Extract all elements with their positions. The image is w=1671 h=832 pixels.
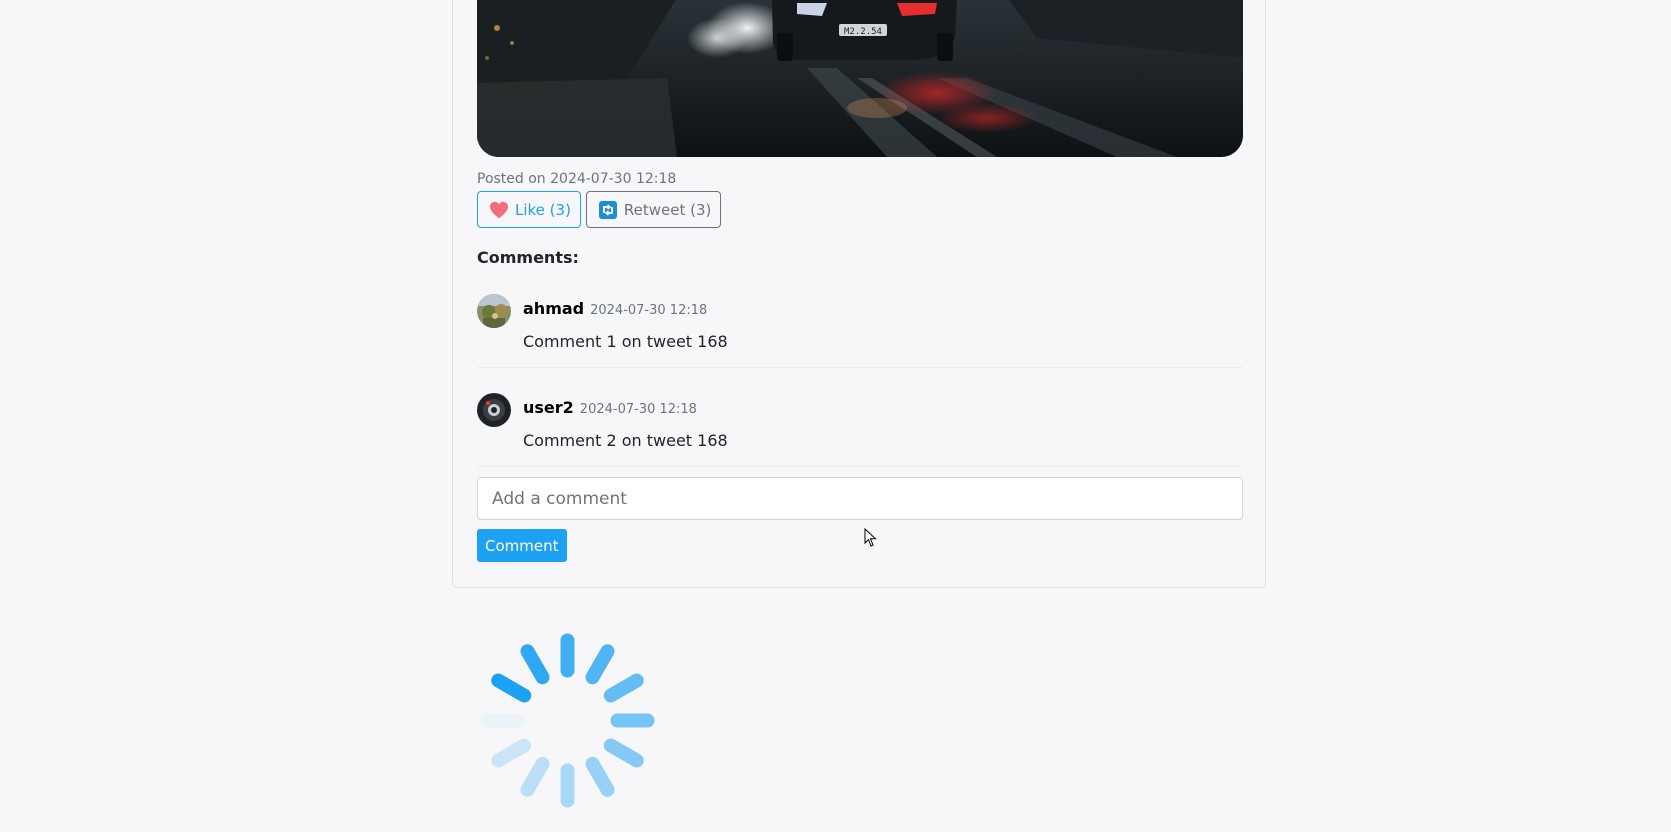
comment-timestamp: 2024-07-30 12:18 bbox=[579, 402, 697, 417]
spinner-spoke bbox=[585, 756, 615, 797]
comment-username[interactable]: user2 bbox=[523, 398, 574, 417]
retweet-label: Retweet (3) bbox=[623, 200, 712, 219]
tweet-actions: Like (3) Retweet (3) bbox=[477, 191, 722, 228]
tweet-image[interactable]: M2.2.54 bbox=[477, 0, 1243, 157]
retweet-button[interactable]: Retweet (3) bbox=[585, 191, 722, 228]
spinner-spoke bbox=[491, 673, 532, 703]
comment-item: user2 2024-07-30 12:18 Comment 2 on twee… bbox=[477, 393, 1243, 467]
heart-icon bbox=[488, 200, 510, 220]
like-button[interactable]: Like (3) bbox=[477, 191, 581, 228]
comment-text: Comment 1 on tweet 168 bbox=[523, 332, 728, 351]
comment-submit-button[interactable]: Comment bbox=[477, 529, 567, 562]
comment-item: ahmad 2024-07-30 12:18 Comment 1 on twee… bbox=[477, 294, 1243, 368]
comment-text: Comment 2 on tweet 168 bbox=[523, 431, 728, 450]
spinner-spoke bbox=[585, 644, 615, 685]
comment-input[interactable] bbox=[477, 477, 1243, 520]
license-plate-text: M2.2.54 bbox=[844, 27, 882, 37]
spinner-spoke bbox=[520, 644, 550, 685]
spinner-spoke bbox=[491, 738, 532, 768]
like-label: Like (3) bbox=[515, 200, 571, 219]
spinner-icon bbox=[475, 628, 660, 813]
mouse-cursor-icon bbox=[864, 527, 878, 548]
avatar[interactable] bbox=[477, 393, 511, 427]
comment-header: user2 2024-07-30 12:18 bbox=[523, 398, 697, 417]
comment-timestamp: 2024-07-30 12:18 bbox=[590, 303, 708, 318]
comments-heading: Comments: bbox=[477, 248, 579, 267]
spinner-spoke bbox=[520, 756, 550, 797]
tweet-card: M2.2.54 Posted on 2024-07-30 12:18 Like … bbox=[452, 0, 1266, 588]
spinner-spoke bbox=[603, 738, 644, 768]
posted-timestamp: Posted on 2024-07-30 12:18 bbox=[477, 171, 677, 187]
comment-header: ahmad 2024-07-30 12:18 bbox=[523, 299, 707, 318]
retweet-icon bbox=[597, 200, 619, 220]
spinner-spoke bbox=[603, 673, 644, 703]
avatar[interactable] bbox=[477, 294, 511, 328]
comment-username[interactable]: ahmad bbox=[523, 299, 584, 318]
